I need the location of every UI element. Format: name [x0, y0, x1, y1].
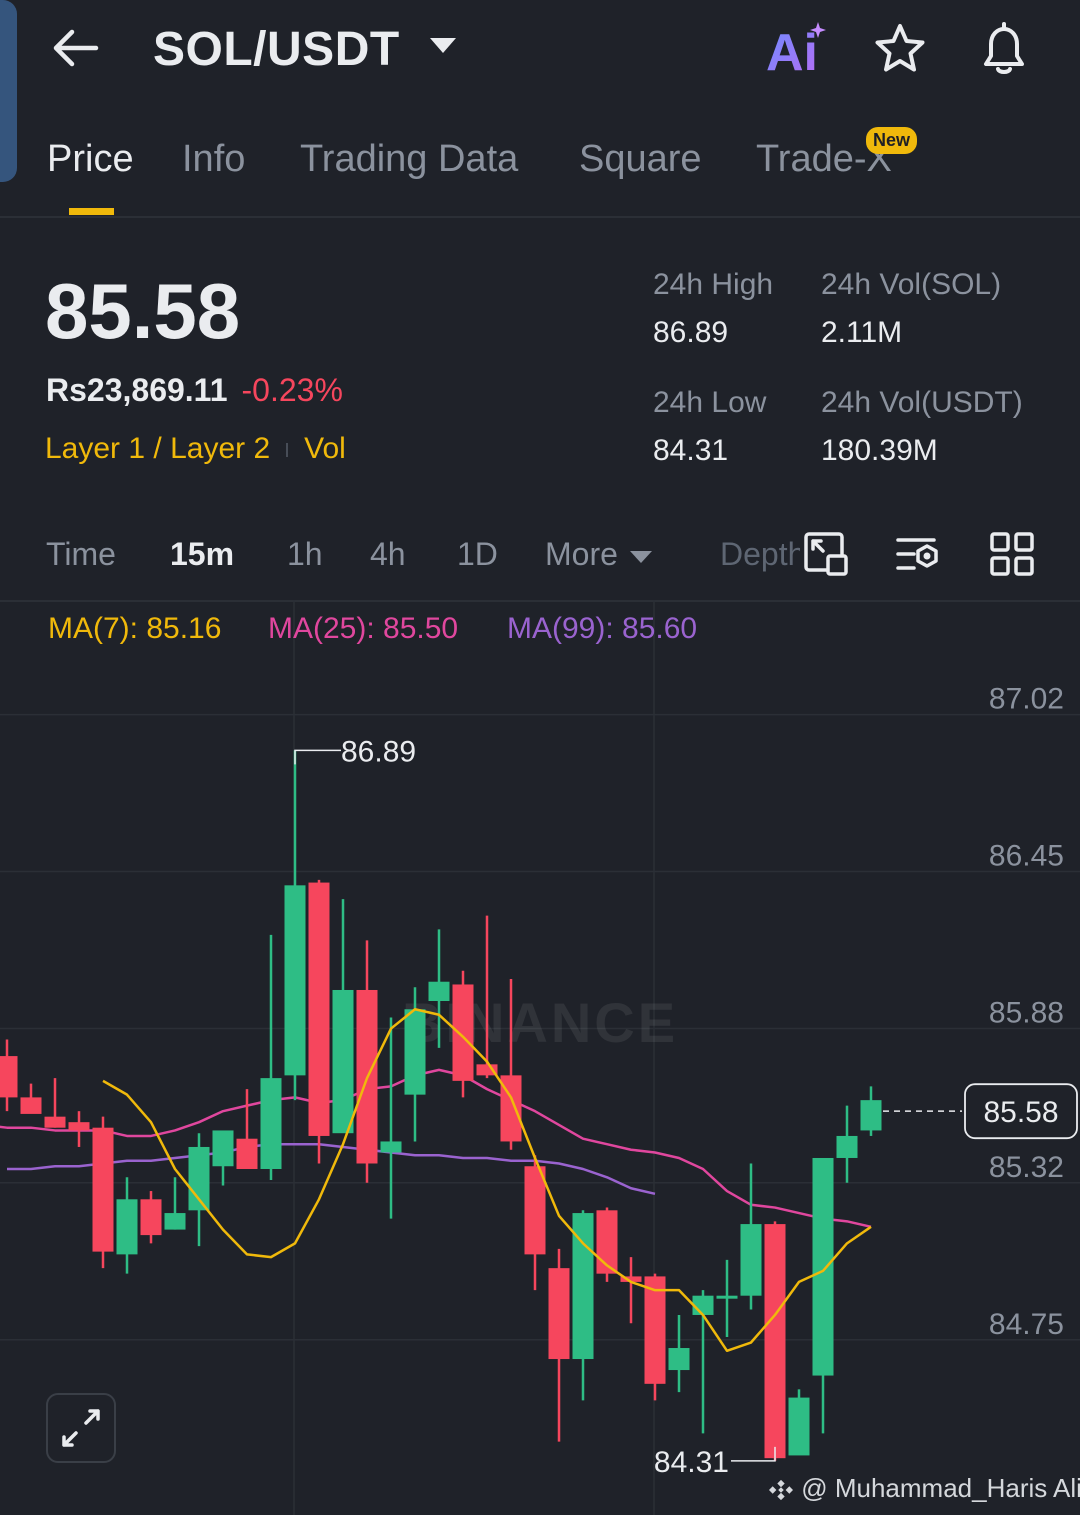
candle-body: [260, 1078, 282, 1169]
candle-body: [644, 1276, 666, 1384]
binance-logo-icon: [769, 1479, 793, 1501]
candle-body: [308, 882, 330, 1136]
interval-more-label: More: [545, 536, 618, 572]
stat-label: 24h Vol(USDT): [821, 386, 1023, 419]
interval-time[interactable]: Time: [46, 536, 116, 573]
top-bar: SOL/USDT Ai: [0, 0, 1080, 100]
candle-body: [20, 1097, 42, 1114]
stat-value: 84.31: [653, 434, 729, 467]
ai-assistant-icon[interactable]: Ai: [764, 20, 830, 76]
pair-title[interactable]: SOL/USDT: [153, 22, 400, 77]
candle-body: [44, 1116, 66, 1128]
fiat-price: Rs23,869.11: [46, 372, 228, 408]
candle-body: [524, 1166, 546, 1255]
candle-body: [812, 1157, 834, 1376]
high-marker-line: [294, 749, 341, 765]
high-marker-label: 86.89: [341, 735, 416, 768]
stat-label: 24h Vol(SOL): [821, 268, 1002, 301]
stat-24h-high: 24h High 86.89: [653, 268, 773, 350]
price-sub-line: Rs23,869.11 -0.23%: [46, 372, 343, 409]
tab-trading-data[interactable]: Trading Data: [300, 138, 518, 181]
last-price: 85.58: [45, 267, 241, 355]
candle-body: [116, 1199, 138, 1255]
candle-body: [0, 1056, 18, 1098]
candle-body: [428, 981, 450, 1001]
candle-body: [716, 1295, 738, 1299]
candlestick-chart[interactable]: 87.0286.4585.8885.3284.75BINANCE86.8984.…: [0, 600, 1080, 1515]
candle-body: [548, 1268, 570, 1360]
last-price-label: 85.58: [983, 1096, 1058, 1129]
new-badge: New: [866, 127, 918, 154]
ma25-label: MA(25): 85.50: [268, 612, 459, 645]
stat-value: 2.11M: [821, 316, 903, 349]
category-tag-vol[interactable]: Vol: [304, 432, 346, 465]
candle-body: [140, 1199, 162, 1236]
candle-body: [212, 1130, 234, 1167]
stat-label: 24h High: [653, 268, 774, 301]
interval-more[interactable]: More: [545, 536, 652, 573]
attribution-text: @ Muhammad_Haris Ali: [801, 1473, 1080, 1503]
expand-arrows-icon: [62, 1409, 100, 1447]
candle-body: [692, 1295, 714, 1315]
y-tick-label: 85.32: [989, 1151, 1064, 1184]
interval-1h[interactable]: 1h: [287, 536, 323, 573]
stat-24h-vol-sol: 24h Vol(SOL) 2.11M: [821, 268, 1001, 350]
ma99-label: MA(99): 85.60: [507, 612, 698, 645]
candle-body: [380, 1141, 402, 1153]
candle-body: [788, 1397, 810, 1456]
candle-body: [404, 1009, 426, 1095]
chevron-down-icon: [629, 550, 652, 563]
favorite-star-icon[interactable]: [872, 22, 928, 76]
pair-dropdown-icon[interactable]: [430, 38, 456, 53]
candle-body: [332, 989, 354, 1134]
candle-body: [452, 984, 474, 1081]
tab-price[interactable]: Price: [47, 138, 134, 181]
chart-fullscreen-icon[interactable]: [802, 530, 850, 578]
active-tab-indicator: [69, 208, 114, 215]
candle-body: [236, 1138, 258, 1169]
candle-body: [860, 1100, 882, 1131]
interval-bar: Time 15m 1h 4h 1D More Depth: [0, 522, 1080, 602]
stat-24h-vol-usdt: 24h Vol(USDT) 180.39M: [821, 386, 1023, 468]
category-tags: Layer 1 / Layer 2 Vol: [45, 432, 346, 466]
ma7-label: MA(7): 85.16: [48, 612, 222, 645]
depth-tab[interactable]: Depth: [720, 536, 800, 573]
layout-grid-icon[interactable]: [988, 530, 1036, 578]
back-arrow-icon[interactable]: [50, 26, 100, 70]
stat-label: 24h Low: [653, 386, 767, 419]
stat-value: 86.89: [653, 316, 729, 349]
stat-value: 180.39M: [821, 434, 938, 467]
attribution-watermark: @ Muhammad_Haris Ali: [768, 1473, 1080, 1504]
tag-separator: [286, 443, 289, 458]
y-tick-label: 87.02: [989, 683, 1064, 716]
candle-body: [740, 1224, 762, 1296]
tab-square[interactable]: Square: [579, 138, 702, 181]
interval-1d[interactable]: 1D: [457, 536, 498, 573]
ma7-line: [102, 1008, 872, 1353]
tab-info[interactable]: Info: [182, 138, 245, 181]
low-marker-label: 84.31: [654, 1446, 729, 1479]
candle-body: [284, 885, 306, 1076]
y-tick-label: 85.88: [989, 997, 1064, 1030]
interval-15m[interactable]: 15m: [170, 536, 234, 573]
candle-body: [668, 1348, 690, 1371]
interval-4h[interactable]: 4h: [370, 536, 406, 573]
category-tag-layer[interactable]: Layer 1 / Layer 2: [45, 432, 270, 465]
indicator-settings-icon[interactable]: [894, 530, 942, 578]
price-change: -0.23%: [241, 372, 343, 408]
y-tick-label: 86.45: [989, 840, 1064, 873]
candle-body: [68, 1122, 90, 1131]
candle-body: [164, 1213, 186, 1230]
candle-body: [836, 1135, 858, 1158]
y-tick-label: 84.75: [989, 1308, 1064, 1341]
tab-bar: Price Info Trading Data Square Trade-X N…: [0, 110, 1080, 218]
expand-chart-button[interactable]: [46, 1393, 116, 1463]
candle-body: [764, 1224, 786, 1459]
notification-bell-icon[interactable]: [976, 20, 1032, 78]
stat-24h-low: 24h Low 84.31: [653, 386, 766, 468]
ai-text: Ai: [766, 24, 818, 76]
candle-body: [92, 1127, 114, 1252]
